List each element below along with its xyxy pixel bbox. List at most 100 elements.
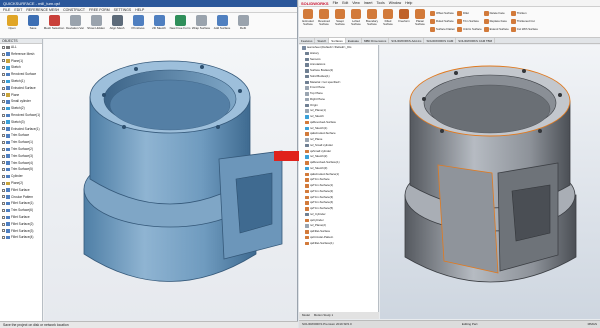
object-item[interactable]: Sketch(1) bbox=[0, 78, 42, 85]
object-item[interactable]: Revolved Surface bbox=[0, 71, 42, 78]
tab-surfaces[interactable]: Surfaces bbox=[329, 38, 346, 43]
menu-view[interactable]: View bbox=[352, 1, 360, 5]
object-item[interactable]: Sketch bbox=[0, 64, 42, 71]
ruled-surface-button[interactable]: Ruled Surface bbox=[430, 17, 455, 25]
tab-features[interactable]: Features bbox=[299, 38, 316, 43]
object-item[interactable]: Trim Surface bbox=[0, 132, 42, 139]
visibility-checkbox[interactable] bbox=[2, 188, 5, 192]
swept-surface-button[interactable]: Swept Surface bbox=[332, 9, 348, 37]
visibility-checkbox[interactable] bbox=[2, 100, 5, 104]
object-item[interactable]: Revolved Surface(1) bbox=[0, 112, 42, 119]
filled-surface-button[interactable]: Filled Surface bbox=[380, 9, 396, 37]
align-mesh-button[interactable]: Align Mesh bbox=[107, 15, 127, 31]
visibility-checkbox[interactable] bbox=[2, 79, 5, 83]
menu-free-form[interactable]: FREE FORM bbox=[89, 7, 110, 12]
surface-flatten-button[interactable]: Surface Flatten bbox=[430, 25, 455, 33]
wrap-surface-button[interactable]: Wrap Surface bbox=[191, 15, 211, 31]
revolved-surface-button[interactable]: Revolved Surface bbox=[316, 9, 332, 37]
object-item[interactable]: Sketch(3) bbox=[0, 119, 42, 126]
visibility-checkbox[interactable] bbox=[2, 120, 5, 124]
thicken-button[interactable]: Thicken bbox=[510, 9, 538, 17]
visibility-checkbox[interactable] bbox=[2, 236, 5, 240]
visibility-checkbox[interactable] bbox=[2, 202, 5, 206]
object-item[interactable]: Trim Surface(1) bbox=[0, 139, 42, 146]
object-item[interactable]: Sketch(2) bbox=[0, 105, 42, 112]
visibility-checkbox[interactable] bbox=[2, 113, 5, 117]
menu-help[interactable]: HELP bbox=[135, 7, 144, 12]
primitives-button[interactable]: Primitives bbox=[128, 15, 148, 31]
open-button[interactable]: Open bbox=[2, 15, 22, 31]
object-item[interactable]: Trim Surface(2) bbox=[0, 146, 42, 153]
object-item[interactable]: Plane(1) bbox=[0, 58, 42, 65]
menu-help[interactable]: Help bbox=[405, 1, 412, 5]
object-item[interactable]: Trim Surface(6) bbox=[0, 207, 42, 214]
lofted-surface-button[interactable]: Lofted Surface bbox=[348, 9, 364, 37]
visibility-checkbox[interactable] bbox=[2, 215, 5, 219]
freeform-button[interactable]: Freeform bbox=[396, 9, 412, 37]
solidworks-graphics-area[interactable] bbox=[380, 45, 600, 319]
object-item[interactable]: Trim Surface(3) bbox=[0, 153, 42, 160]
menu-file[interactable]: File bbox=[333, 1, 339, 5]
cut-with-surface-button[interactable]: Cut With Surface bbox=[510, 25, 538, 33]
visibility-checkbox[interactable] bbox=[2, 195, 5, 199]
mesh-selection-button[interactable]: Mesh Selection bbox=[44, 15, 64, 31]
object-item[interactable]: Fillet Surface(2) bbox=[0, 221, 42, 228]
object-item[interactable]: Small cylinder bbox=[0, 98, 42, 105]
menu-edit[interactable]: EDIT bbox=[14, 7, 22, 12]
visibility-checkbox[interactable] bbox=[2, 229, 5, 233]
object-item[interactable]: Fillet Surface(1) bbox=[0, 200, 42, 207]
extruded-surface-button[interactable]: Extruded Surface bbox=[300, 9, 316, 37]
object-item[interactable]: Cylinder bbox=[0, 173, 42, 180]
visibility-checkbox[interactable] bbox=[2, 127, 5, 131]
visibility-checkbox[interactable] bbox=[2, 141, 5, 145]
visibility-checkbox[interactable] bbox=[2, 161, 5, 165]
status-units[interactable]: MMGS bbox=[588, 321, 597, 328]
visibility-checkbox[interactable] bbox=[2, 175, 5, 179]
tab-solidworks-cam-tbm[interactable]: SOLIDWORKS CAM TBM bbox=[456, 38, 495, 43]
object-item[interactable]: Fillet Surface bbox=[0, 214, 42, 221]
extend-surface-button[interactable]: Extend Surface bbox=[483, 25, 509, 33]
visibility-checkbox[interactable] bbox=[2, 73, 5, 77]
tab-evaluate[interactable]: Evaluate bbox=[346, 38, 362, 43]
visibility-checkbox[interactable] bbox=[2, 134, 5, 138]
tab-mbd-dimensions[interactable]: MBD Dimensions bbox=[362, 38, 390, 43]
boundary-surface-button[interactable]: Boundary Surface bbox=[364, 9, 380, 37]
refit-button[interactable]: Refit bbox=[233, 15, 253, 31]
tab-model[interactable]: Model bbox=[302, 312, 310, 319]
scanned-part-model[interactable] bbox=[44, 39, 297, 321]
visibility-checkbox[interactable] bbox=[2, 66, 5, 70]
object-item[interactable]: Circular Pattern bbox=[0, 194, 42, 201]
tab-motion-study[interactable]: Motion Study 1 bbox=[314, 312, 333, 319]
show-hidden-button[interactable]: Show Hidden bbox=[86, 15, 106, 31]
tab-sketch[interactable]: Sketch bbox=[315, 38, 330, 43]
rebuilt-part-model[interactable] bbox=[380, 45, 600, 319]
menu-reference-mesh[interactable]: REFERENCE MESH bbox=[26, 7, 59, 12]
menu-edit[interactable]: Edit bbox=[342, 1, 348, 5]
visibility-checkbox[interactable] bbox=[2, 147, 5, 151]
object-item[interactable]: Fillet Surface(3) bbox=[0, 228, 42, 235]
new-free-form-button[interactable]: New Free Form bbox=[170, 15, 190, 31]
visibility-checkbox[interactable] bbox=[2, 222, 5, 226]
2d-sketch-button[interactable]: 2D Sketch bbox=[149, 15, 169, 31]
visibility-checkbox[interactable] bbox=[2, 45, 5, 49]
object-item[interactable]: Fillet Surface(4) bbox=[0, 234, 42, 241]
feature-item[interactable]: qsFillet-Surface(1) bbox=[299, 241, 378, 247]
trim-surface-button[interactable]: Trim Surface bbox=[456, 17, 482, 25]
menu-file[interactable]: FILE bbox=[3, 7, 10, 12]
untrim-surface-button[interactable]: Untrim Surface bbox=[456, 25, 482, 33]
tab-solidworks-cam[interactable]: SOLIDWORKS CAM bbox=[424, 38, 457, 43]
object-item[interactable]: Plane(2) bbox=[0, 180, 42, 187]
offset-surface-button[interactable]: Offset Surface bbox=[430, 9, 455, 17]
visibility-checkbox[interactable] bbox=[2, 107, 5, 111]
object-item[interactable]: Fillet Surface bbox=[0, 187, 42, 194]
object-item[interactable]: Extruded Surface(1) bbox=[0, 126, 42, 133]
menu-insert[interactable]: Insert bbox=[364, 1, 373, 5]
menu-tools[interactable]: Tools bbox=[377, 1, 385, 5]
visibility-checkbox[interactable] bbox=[2, 181, 5, 185]
object-item[interactable]: Trim Surface(5) bbox=[0, 166, 42, 173]
visibility-checkbox[interactable] bbox=[2, 86, 5, 90]
visibility-checkbox[interactable] bbox=[2, 93, 5, 97]
object-item[interactable]: ALL bbox=[0, 44, 42, 51]
add-surface-button[interactable]: Add Surface bbox=[212, 15, 232, 31]
save-button[interactable]: Save bbox=[23, 15, 43, 31]
